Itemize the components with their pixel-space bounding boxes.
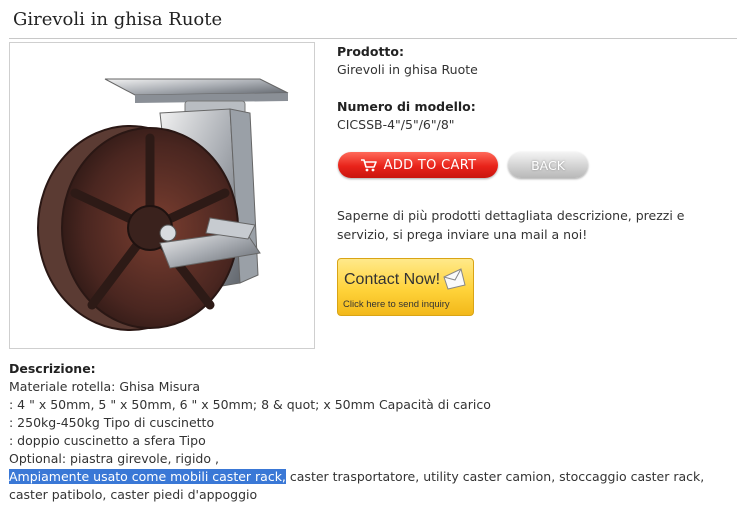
- model-number-value: CICSSB-4"/5"/6"/8": [337, 117, 455, 132]
- promo-text: Saperne di più prodotti dettagliata desc…: [337, 208, 685, 242]
- add-to-cart-button[interactable]: ADD TO CART: [338, 152, 498, 178]
- model-number-label: Numero di modello:: [337, 99, 476, 114]
- contact-now-button[interactable]: Contact Now! Click here to send inquiry: [337, 258, 474, 316]
- description-section: Descrizione: Materiale rotella: Ghisa Mi…: [9, 360, 739, 504]
- page-title: Girevoli in ghisa Ruote: [13, 9, 223, 30]
- description-line: : doppio cuscinetto a sfera Tipo: [9, 433, 206, 448]
- description-line: : 250kg-450kg Tipo di cuscinetto: [9, 415, 215, 430]
- back-label: BACK: [531, 157, 565, 173]
- product-name-value: Girevoli in ghisa Ruote: [337, 62, 478, 77]
- contact-now-label: Contact Now!: [344, 271, 441, 288]
- description-line: Optional: piastra girevole, rigido ,: [9, 451, 219, 466]
- product-name-label: Prodotto:: [337, 44, 404, 59]
- selected-text[interactable]: Ampiamente usato come mobili caster rack…: [9, 469, 286, 484]
- model-number-block: Numero di modello: CICSSB-4"/5"/6"/8": [337, 99, 476, 132]
- description-line: Materiale rotella: Ghisa Misura: [9, 379, 201, 394]
- title-divider: [9, 38, 737, 39]
- product-image: [9, 42, 315, 349]
- product-name-block: Prodotto: Girevoli in ghisa Ruote: [337, 44, 478, 77]
- caster-wheel-illustration: [37, 78, 289, 331]
- contact-now-sublabel: Click here to send inquiry: [343, 299, 450, 310]
- description-label: Descrizione:: [9, 361, 96, 376]
- description-line: : 4 " x 50mm, 5 " x 50mm, 6 " x 50mm; 8 …: [9, 397, 491, 412]
- cart-icon: [360, 158, 378, 172]
- description-usage: Ampiamente usato come mobili caster rack…: [9, 468, 739, 504]
- add-to-cart-label: ADD TO CART: [383, 157, 477, 173]
- back-button[interactable]: BACK: [508, 152, 588, 178]
- envelope-icon: [441, 267, 467, 295]
